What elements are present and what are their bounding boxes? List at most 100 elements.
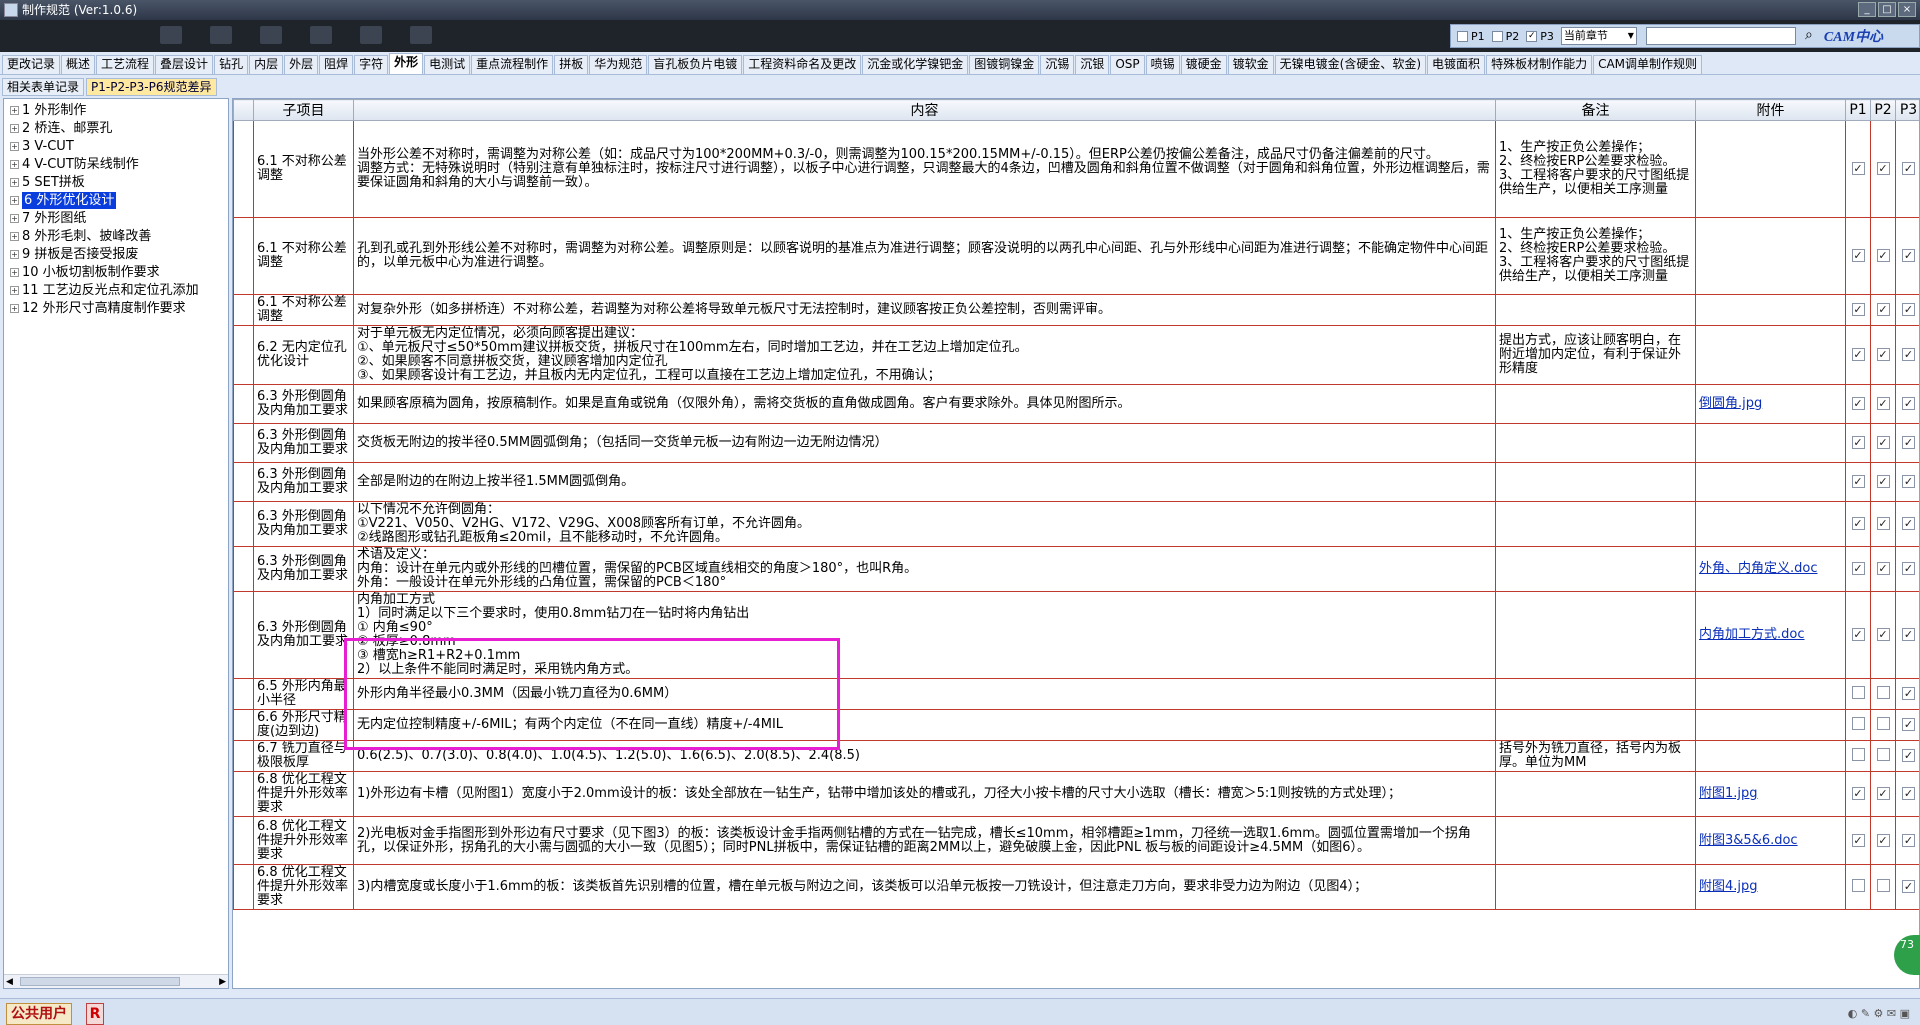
row-indicator[interactable] — [233, 384, 254, 424]
tree-item[interactable]: +1 外形制作 — [4, 101, 228, 119]
expand-icon[interactable]: + — [10, 159, 19, 169]
col-header-p3[interactable]: P3 — [1895, 99, 1919, 121]
p2-checkbox[interactable]: ✓ — [1876, 436, 1890, 449]
cell-attachment-link[interactable] — [1695, 217, 1846, 295]
cell-attachment-link[interactable]: 附图1.jpg — [1695, 771, 1846, 817]
tab-14[interactable]: 盲孔板负片电镀 — [648, 55, 743, 74]
expand-icon[interactable]: + — [10, 303, 19, 313]
tab-1[interactable]: 概述 — [61, 55, 96, 74]
tab-19[interactable]: 沉银 — [1075, 55, 1110, 74]
tree-item[interactable]: +9 拼板是否接受报废 — [4, 245, 228, 263]
p2-checkbox[interactable] — [1876, 716, 1890, 730]
tab-10[interactable]: 电测试 — [424, 55, 471, 74]
tab-13[interactable]: 华为规范 — [589, 55, 648, 74]
tab-7[interactable]: 阻焊 — [319, 55, 354, 74]
tab-18[interactable]: 沉锡 — [1040, 55, 1075, 74]
search-icon[interactable]: ⌕ — [1799, 27, 1819, 45]
p3-checkbox[interactable]: ✓ — [1902, 162, 1915, 175]
cell-attachment-link[interactable] — [1695, 120, 1846, 218]
col-header-content[interactable]: 内容 — [353, 99, 1496, 121]
expand-icon[interactable]: + — [10, 141, 19, 151]
p1-checkbox[interactable] — [1851, 878, 1865, 892]
p3-checkbox[interactable]: ✓ — [1902, 628, 1915, 641]
table-row[interactable]: 6.8 优化工程文件提升外形效率要求 2)光电板对金手指图形到外形边有尺寸要求（见… — [233, 816, 1919, 865]
table-row[interactable]: 6.5 外形内角最小半径 外形内角半径最小0.3MM（因最小铣刀直径为0.6MM）… — [233, 678, 1919, 710]
tab-8[interactable]: 字符 — [354, 55, 389, 74]
row-indicator[interactable] — [233, 591, 254, 679]
p3-checkbox[interactable]: ✓ — [1902, 562, 1915, 575]
p1-checkbox[interactable]: ✓ — [1851, 397, 1865, 410]
tree-item[interactable]: +11 工艺边反光点和定位孔添加 — [4, 281, 228, 299]
p1-checkbox[interactable]: ✓ — [1851, 628, 1865, 641]
toolbar-icon[interactable] — [410, 26, 432, 44]
tab-12[interactable]: 拼板 — [554, 55, 589, 74]
subtab-1[interactable]: P1-P2-P3-P6规范差异 — [86, 78, 217, 96]
table-row[interactable]: 6.8 优化工程文件提升外形效率要求 3)内槽宽度或长度小于1.6mm的板：该类板… — [233, 864, 1919, 910]
tree-horizontal-scrollbar[interactable]: ◀ ▶ — [4, 974, 228, 988]
p2-checkbox[interactable]: ✓ — [1876, 787, 1890, 800]
expand-icon[interactable]: + — [10, 123, 19, 133]
row-indicator[interactable] — [233, 501, 254, 547]
tree-item[interactable]: +3 V-CUT — [4, 137, 228, 155]
p3-checkbox[interactable]: ✓ — [1902, 517, 1915, 530]
cell-attachment-link[interactable]: 倒圆角.jpg — [1695, 384, 1846, 424]
row-indicator[interactable] — [233, 120, 254, 218]
scroll-thumb[interactable] — [20, 977, 180, 986]
p2-checkbox[interactable]: ✓ — [1876, 833, 1890, 847]
row-indicator[interactable] — [233, 678, 254, 710]
tree-item[interactable]: +8 外形毛刺、披峰改善 — [4, 227, 228, 245]
cell-attachment-link[interactable]: 附图4.jpg — [1695, 864, 1846, 910]
p2-checkbox[interactable]: ✓ — [1876, 517, 1890, 530]
expand-icon[interactable]: + — [10, 105, 19, 115]
toolbar-icon[interactable] — [310, 26, 332, 44]
minimize-button[interactable]: _ — [1858, 2, 1876, 17]
p3-checkbox[interactable]: ✓ — [1902, 749, 1915, 762]
table-row[interactable]: 6.3 外形倒圆角及内角加工要求 内角加工方式 1）同时满足以下三个要求时，使用0… — [233, 591, 1919, 679]
col-header-note[interactable]: 备注 — [1495, 99, 1696, 121]
table-row[interactable]: 6.3 外形倒圆角及内角加工要求 全部是附边的在附边上按半径1.5MM圆弧倒角。 ✓… — [233, 462, 1919, 502]
tree-item[interactable]: +2 桥连、邮票孔 — [4, 119, 228, 137]
p1-checkbox[interactable] — [1851, 716, 1865, 730]
subtab-0[interactable]: 相关表单记录 — [2, 78, 85, 96]
tree-item[interactable]: +12 外形尺寸高精度制作要求 — [4, 299, 228, 317]
p3-checkbox[interactable]: ✓ — [1902, 397, 1915, 410]
p1-checkbox[interactable]: ✓ — [1851, 475, 1865, 488]
row-indicator[interactable] — [233, 325, 254, 385]
p2-checkbox[interactable]: ✓ — [1876, 162, 1890, 175]
tab-5[interactable]: 内层 — [249, 55, 284, 74]
tab-11[interactable]: 重点流程制作 — [471, 55, 554, 74]
p2-checkbox[interactable]: ✓ — [1876, 348, 1890, 361]
corner-cell[interactable] — [233, 99, 254, 121]
tree-item[interactable]: +5 SET拼板 — [4, 173, 228, 191]
row-indicator[interactable] — [233, 462, 254, 502]
expand-icon[interactable]: + — [10, 177, 19, 187]
row-indicator[interactable] — [233, 709, 254, 741]
tree-item[interactable]: +10 小板切割板制作要求 — [4, 263, 228, 281]
table-row[interactable]: 6.3 外形倒圆角及内角加工要求 以下情况不允许倒圆角： ①V221、V050、V… — [233, 501, 1919, 547]
p1-checkbox[interactable] — [1851, 685, 1865, 699]
close-button[interactable]: × — [1898, 2, 1916, 17]
cell-attachment-link[interactable] — [1695, 501, 1846, 547]
p3-checkbox[interactable]: ✓ — [1902, 687, 1915, 700]
cell-attachment-link[interactable] — [1695, 678, 1846, 710]
toolbar-icon[interactable] — [260, 26, 282, 44]
p1-checkbox[interactable]: ✓ — [1851, 303, 1865, 316]
p1-checkbox[interactable]: ✓ — [1851, 562, 1865, 575]
expand-icon[interactable]: + — [10, 285, 19, 295]
row-indicator[interactable] — [233, 771, 254, 817]
p2-checkbox[interactable] — [1876, 747, 1890, 761]
cell-attachment-link[interactable] — [1695, 709, 1846, 741]
toolbar-icon[interactable] — [160, 26, 182, 44]
search-scope-select[interactable]: 当前章节 ▼ — [1560, 27, 1637, 45]
cell-attachment-link[interactable] — [1695, 325, 1846, 385]
p3-checkbox[interactable]: ✓ — [1902, 833, 1915, 847]
p3-checkbox[interactable]: ✓ — [1902, 718, 1915, 731]
tab-15[interactable]: 工程资料命名及更改 — [743, 55, 862, 74]
maximize-button[interactable]: □ — [1878, 2, 1896, 17]
expand-icon[interactable]: + — [10, 231, 19, 241]
table-row[interactable]: 6.3 外形倒圆角及内角加工要求 交货板无附边的按半径0.5MM圆弧倒角；（包括同… — [233, 423, 1919, 463]
toolbar-icon[interactable] — [360, 26, 382, 44]
tab-0[interactable]: 更改记录 — [2, 55, 61, 74]
search-input[interactable] — [1645, 27, 1796, 45]
table-row[interactable]: 6.3 外形倒圆角及内角加工要求 如果顾客原稿为圆角，按原稿制作。如果是直角或锐角… — [233, 384, 1919, 424]
